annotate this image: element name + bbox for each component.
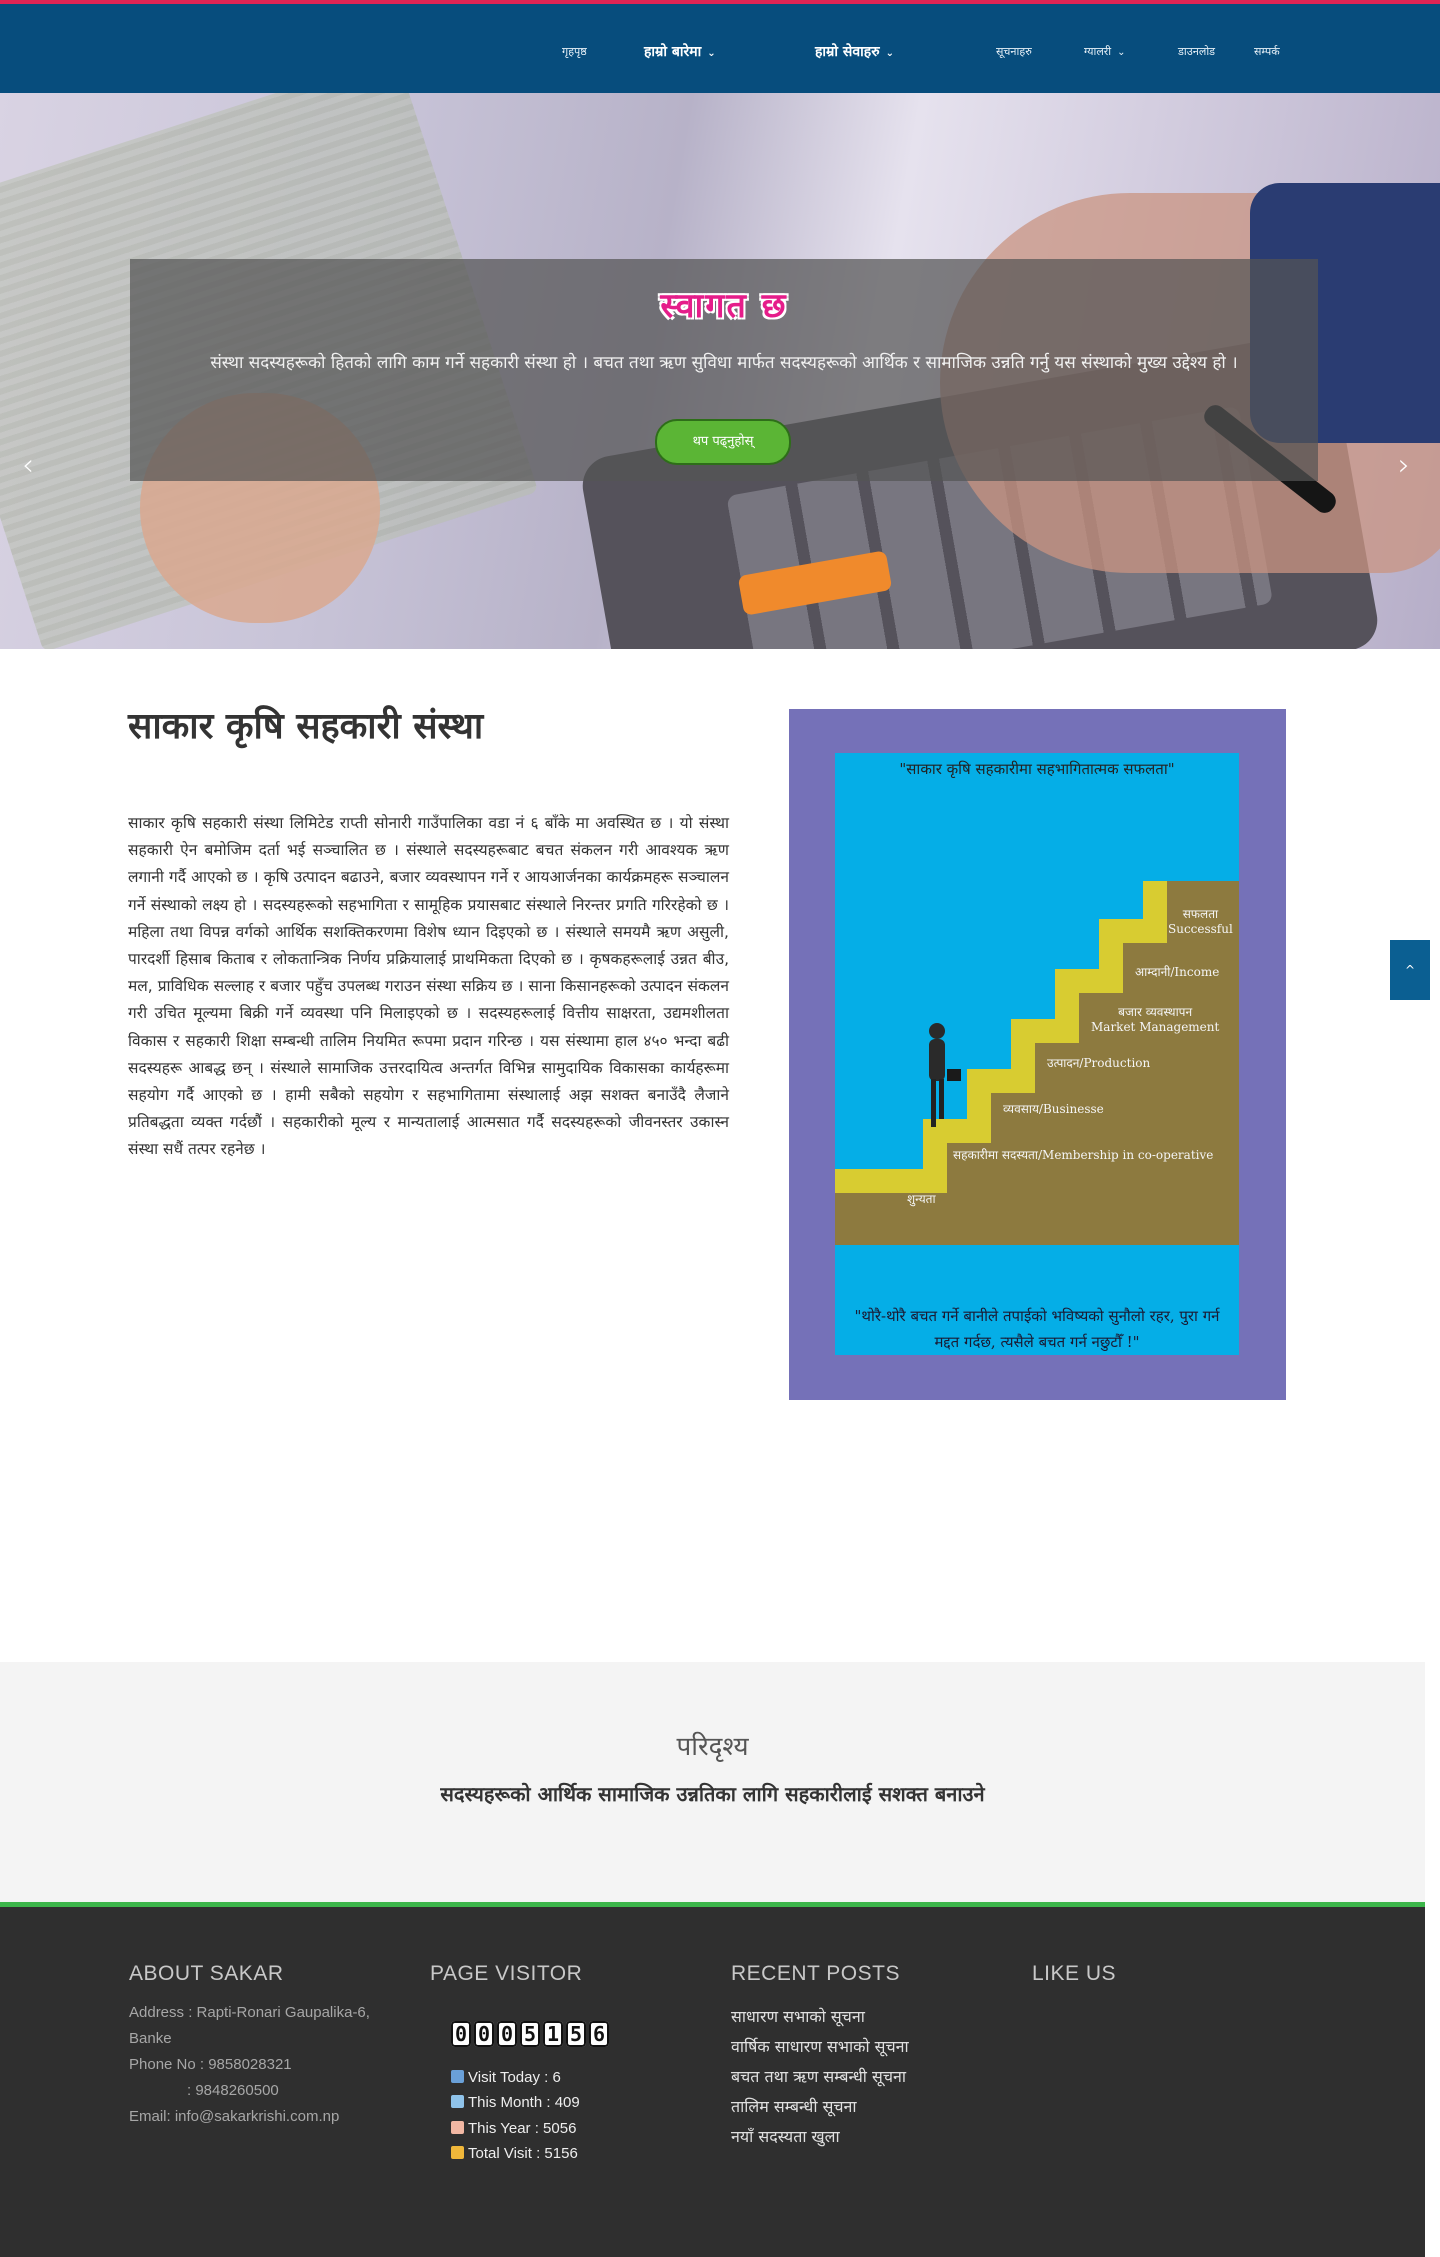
visit-total: Total Visit : 5156 — [451, 2145, 578, 2162]
counter-digit: 6 — [589, 2021, 609, 2047]
stat-text: Total Visit : 5156 — [468, 2145, 578, 2162]
hero-caption: स्वागत छ संस्था सदस्यहरूको हितको लागि का… — [130, 259, 1318, 481]
label-sub: Successful — [1168, 922, 1233, 936]
email[interactable]: Email: info@sakarkrishi.com.np — [129, 2104, 370, 2130]
hero-slider: ‹ › स्वागत छ संस्था सदस्यहरूको हितको लाग… — [0, 93, 1440, 649]
counter-digit: 5 — [566, 2021, 586, 2047]
vision-title: परिदृश्य — [676, 1732, 749, 1762]
nav-contact[interactable]: सम्पर्क — [1254, 44, 1280, 59]
visit-today: Visit Today : 6 — [451, 2069, 561, 2086]
phone-1: Phone No : 9858028321 — [129, 2056, 292, 2073]
calendar-icon — [451, 2121, 464, 2134]
footer-about-info: Address : Rapti-Ronari Gaupalika-6, Bank… — [129, 2000, 370, 2130]
recent-post-link[interactable]: वार्षिक साधारण सभाको सूचना — [731, 2035, 909, 2057]
poster-man-figure — [929, 1023, 961, 1127]
prev-slide-arrow-icon[interactable]: ‹ — [22, 448, 34, 483]
calendar-icon — [451, 2095, 464, 2108]
counter-digit: 0 — [497, 2021, 517, 2047]
recent-post-link[interactable]: तालिम सम्बन्धी सूचना — [731, 2095, 857, 2117]
poster-top-quote: "साकार कृषि सहकारीमा सहभागितात्मक सफलता" — [899, 760, 1175, 778]
stat-text: This Month : 409 — [468, 2094, 580, 2111]
nav-gallery[interactable]: ग्यालरी ⌄ — [1084, 44, 1126, 59]
label-text: बजार व्यवस्थापन — [1118, 1005, 1193, 1019]
poster-label-success: सफलता Successful — [1168, 905, 1233, 936]
bar-chart-icon — [451, 2146, 464, 2159]
scroll-top-button[interactable]: ^ — [1390, 940, 1430, 1000]
visitor-counter: 0005156 — [451, 2021, 612, 2047]
counter-digit: 5 — [520, 2021, 540, 2047]
recent-post-link[interactable]: साधारण सभाको सूचना — [731, 2005, 865, 2027]
read-more-button[interactable]: थप पढ्नुहोस् — [655, 419, 791, 465]
nav-about[interactable]: हाम्रो बारेमा ⌄ — [644, 42, 716, 61]
label-text: सफलता — [1182, 907, 1219, 921]
footer-visitor-title: PAGE VISITOR — [430, 1962, 583, 1985]
chevron-up-icon: ^ — [1404, 963, 1416, 977]
stat-text: Visit Today : 6 — [468, 2069, 561, 2086]
phone-2: : 9848260500 — [187, 2082, 279, 2099]
poster-bottom-quote: "थोरै-थोरै बचत गर्ने बानीले तपाईको भविष्… — [854, 1307, 1220, 1351]
about-body: साकार कृषि सहकारी संस्था लिमिटेड राप्ती … — [128, 814, 729, 1159]
navbar: गृहपृष्ठ हाम्रो बारेमा ⌄ हाम्रो सेवाहरु ⌄ … — [0, 4, 1440, 93]
vision-section: परिदृश्य सदस्यहरूको आर्थिक सामाजिक उन्नत… — [0, 1662, 1425, 1902]
recent-post-link[interactable]: बचत तथा ऋण सम्बन्धी सूचना — [731, 2065, 906, 2087]
poster-label-market: बजार व्यवस्थापन Market Management — [1091, 1003, 1219, 1034]
poster-sky: "साकार कृषि सहकारीमा सहभागितात्मक सफलता"… — [835, 753, 1239, 1355]
next-slide-arrow-icon[interactable]: › — [1398, 448, 1410, 483]
nav-download[interactable]: डाउनलोड — [1178, 44, 1215, 59]
about-title: साकार कृषि सहकारी संस्था — [128, 706, 484, 747]
poster-image: "साकार कृषि सहकारीमा सहभागितात्मक सफलता"… — [789, 709, 1286, 1400]
label-sub: Market Management — [1091, 1020, 1220, 1034]
footer: ABOUT SAKAR Address : Rapti-Ronari Gaupa… — [0, 1902, 1425, 2257]
nav-home[interactable]: गृहपृष्ठ — [562, 44, 587, 59]
hero-title: स्वागत छ — [660, 286, 788, 326]
chevron-down-icon: ⌄ — [885, 48, 895, 59]
address-line-2: Banke — [129, 2030, 172, 2047]
counter-digit: 0 — [474, 2021, 494, 2047]
footer-posts-title: RECENT POSTS — [731, 1962, 900, 1985]
address-line-1: Address : Rapti-Ronari Gaupalika-6, — [129, 2004, 370, 2021]
chevron-down-icon: ⌄ — [707, 48, 716, 59]
nav-services[interactable]: हाम्रो सेवाहरु ⌄ — [815, 42, 894, 61]
poster-label-income: आम्दानी/Income — [1135, 965, 1220, 979]
recent-post-link[interactable]: नयाँ सदस्यता खुला — [731, 2125, 840, 2147]
nav-notices[interactable]: सूचनाहरु — [996, 44, 1032, 59]
poster-label-zero: शुन्यता — [907, 1192, 936, 1206]
poster-label-business: व्यवसाय/Businesse — [1003, 1102, 1104, 1116]
hero-text: संस्था सदस्यहरूको हितको लागि काम गर्ने स… — [210, 353, 1238, 373]
poster-label-membership: सहकारीमा सदस्यता/Membership in co-operat… — [953, 1148, 1214, 1162]
visit-month: This Month : 409 — [451, 2094, 580, 2111]
chevron-down-icon: ⌄ — [1117, 47, 1126, 58]
user-icon — [451, 2070, 464, 2083]
stat-text: This Year : 5056 — [468, 2120, 577, 2137]
vision-text: सदस्यहरूको आर्थिक सामाजिक उन्नतिका लागि … — [440, 1782, 985, 1806]
visit-year: This Year : 5056 — [451, 2120, 576, 2137]
counter-digit: 1 — [543, 2021, 563, 2047]
footer-like-title: LIKE US — [1032, 1962, 1117, 1985]
footer-about-title: ABOUT SAKAR — [129, 1962, 284, 1985]
poster-label-production: उत्पादन/Production — [1047, 1056, 1151, 1070]
counter-digit: 0 — [451, 2021, 471, 2047]
